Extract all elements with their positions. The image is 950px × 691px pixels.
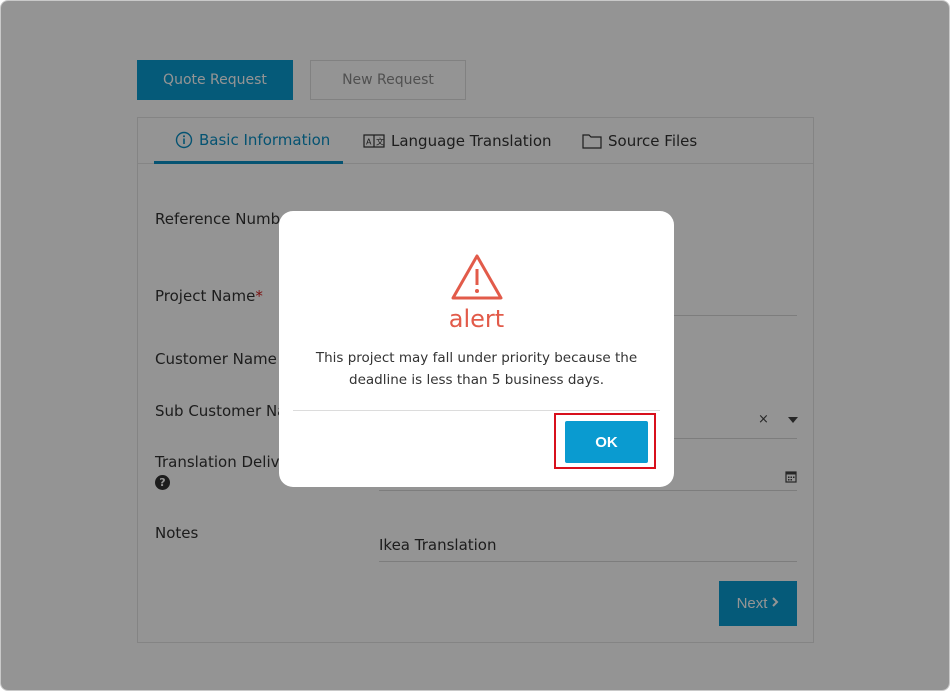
alert-title: alert <box>448 305 505 333</box>
warning-triangle-icon <box>450 253 504 305</box>
app-window: Quote Request New Request Basic Informat… <box>0 0 950 691</box>
alert-dialog: alert This project may fall under priori… <box>279 211 674 487</box>
alert-message: This project may fall under priority bec… <box>315 350 638 388</box>
ok-button[interactable]: OK <box>565 421 648 463</box>
divider <box>293 410 660 411</box>
